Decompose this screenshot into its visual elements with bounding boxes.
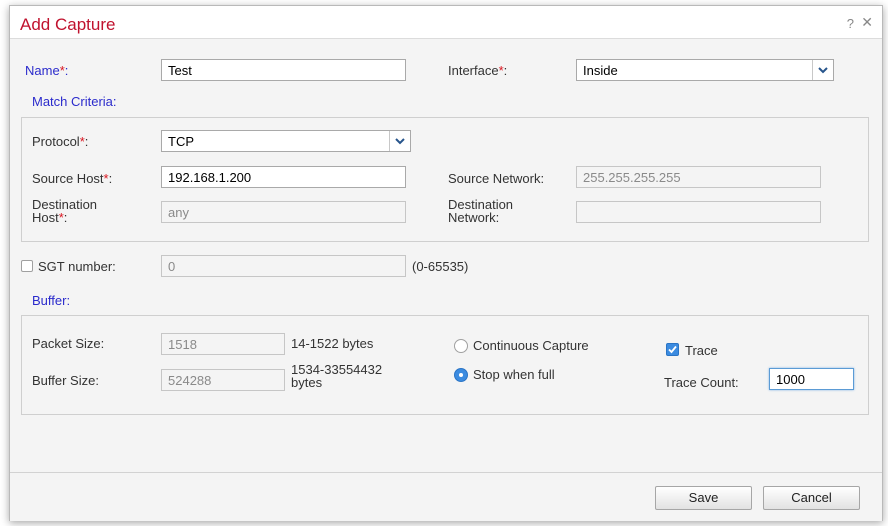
buffer-heading: Buffer: xyxy=(32,293,71,308)
buffer-panel xyxy=(21,315,869,415)
packet-size-hint: 14-1522 bytes xyxy=(291,336,374,351)
source-host-input[interactable] xyxy=(161,166,406,188)
buffer-size-hint-line2: bytes xyxy=(291,375,323,390)
destination-network-label: Destination Network: xyxy=(448,198,513,224)
close-icon[interactable]: ✕ xyxy=(861,14,873,31)
source-network-input[interactable] xyxy=(576,166,821,188)
continuous-capture-label: Continuous Capture xyxy=(473,338,589,353)
trace-count-input[interactable] xyxy=(769,368,854,390)
add-capture-dialog: Add Capture ? ✕ Name*: Interface*: Insid… xyxy=(9,5,883,521)
dialog-title: Add Capture xyxy=(20,15,116,34)
source-host-label-text: Source Host xyxy=(32,171,104,186)
interface-select-value: Inside xyxy=(583,63,618,78)
protocol-select[interactable]: TCP xyxy=(161,130,411,152)
dialog-titlebar: Add Capture ? ✕ xyxy=(10,6,882,39)
name-input[interactable] xyxy=(161,59,406,81)
buffer-size-label: Buffer Size: xyxy=(32,373,99,388)
destination-network-label-line2: Network: xyxy=(448,210,500,225)
buffer-size-hint: 1534-33554432 bytes xyxy=(291,363,382,389)
continuous-capture-radio[interactable] xyxy=(454,339,468,353)
dialog-footer: Save Cancel xyxy=(10,472,882,521)
name-label: Name*: xyxy=(25,63,68,78)
protocol-label: Protocol*: xyxy=(32,134,88,149)
packet-size-input[interactable] xyxy=(161,333,285,355)
checkmark-icon xyxy=(668,345,677,354)
chevron-down-icon[interactable] xyxy=(812,60,833,80)
source-host-label-suffix: : xyxy=(108,171,113,186)
match-criteria-heading: Match Criteria: xyxy=(32,94,117,109)
source-network-label: Source Network: xyxy=(448,171,545,186)
source-host-label: Source Host*: xyxy=(32,171,112,186)
sgt-range-hint: (0-65535) xyxy=(412,259,469,274)
save-button[interactable]: Save xyxy=(655,486,752,510)
protocol-label-suffix: : xyxy=(84,134,89,149)
name-label-text: Name xyxy=(25,63,60,78)
stop-when-full-radio[interactable] xyxy=(454,368,468,382)
trace-checkbox[interactable] xyxy=(666,343,679,356)
destination-host-label: Destination Host*: xyxy=(32,198,97,224)
protocol-label-text: Protocol xyxy=(32,134,80,149)
protocol-select-value: TCP xyxy=(168,134,194,149)
interface-label: Interface*: xyxy=(448,63,507,78)
name-label-suffix: : xyxy=(64,63,69,78)
interface-label-text: Interface xyxy=(448,63,499,78)
interface-select[interactable]: Inside xyxy=(576,59,834,81)
interface-label-suffix: : xyxy=(503,63,508,78)
chevron-down-icon[interactable] xyxy=(389,131,410,151)
destination-network-input[interactable] xyxy=(576,201,821,223)
destination-host-label-suffix: : xyxy=(63,210,68,225)
trace-count-label: Trace Count: xyxy=(664,375,739,390)
buffer-size-input[interactable] xyxy=(161,369,285,391)
sgt-number-checkbox[interactable] xyxy=(21,260,33,272)
stop-when-full-label: Stop when full xyxy=(473,367,555,382)
packet-size-label: Packet Size: xyxy=(32,336,105,351)
destination-host-label-line2: Host xyxy=(32,210,59,225)
sgt-number-input[interactable] xyxy=(161,255,406,277)
trace-label: Trace xyxy=(685,343,718,358)
help-icon[interactable]: ? xyxy=(847,16,854,31)
cancel-button[interactable]: Cancel xyxy=(763,486,860,510)
destination-host-input[interactable] xyxy=(161,201,406,223)
sgt-number-label: SGT number: xyxy=(38,259,116,274)
